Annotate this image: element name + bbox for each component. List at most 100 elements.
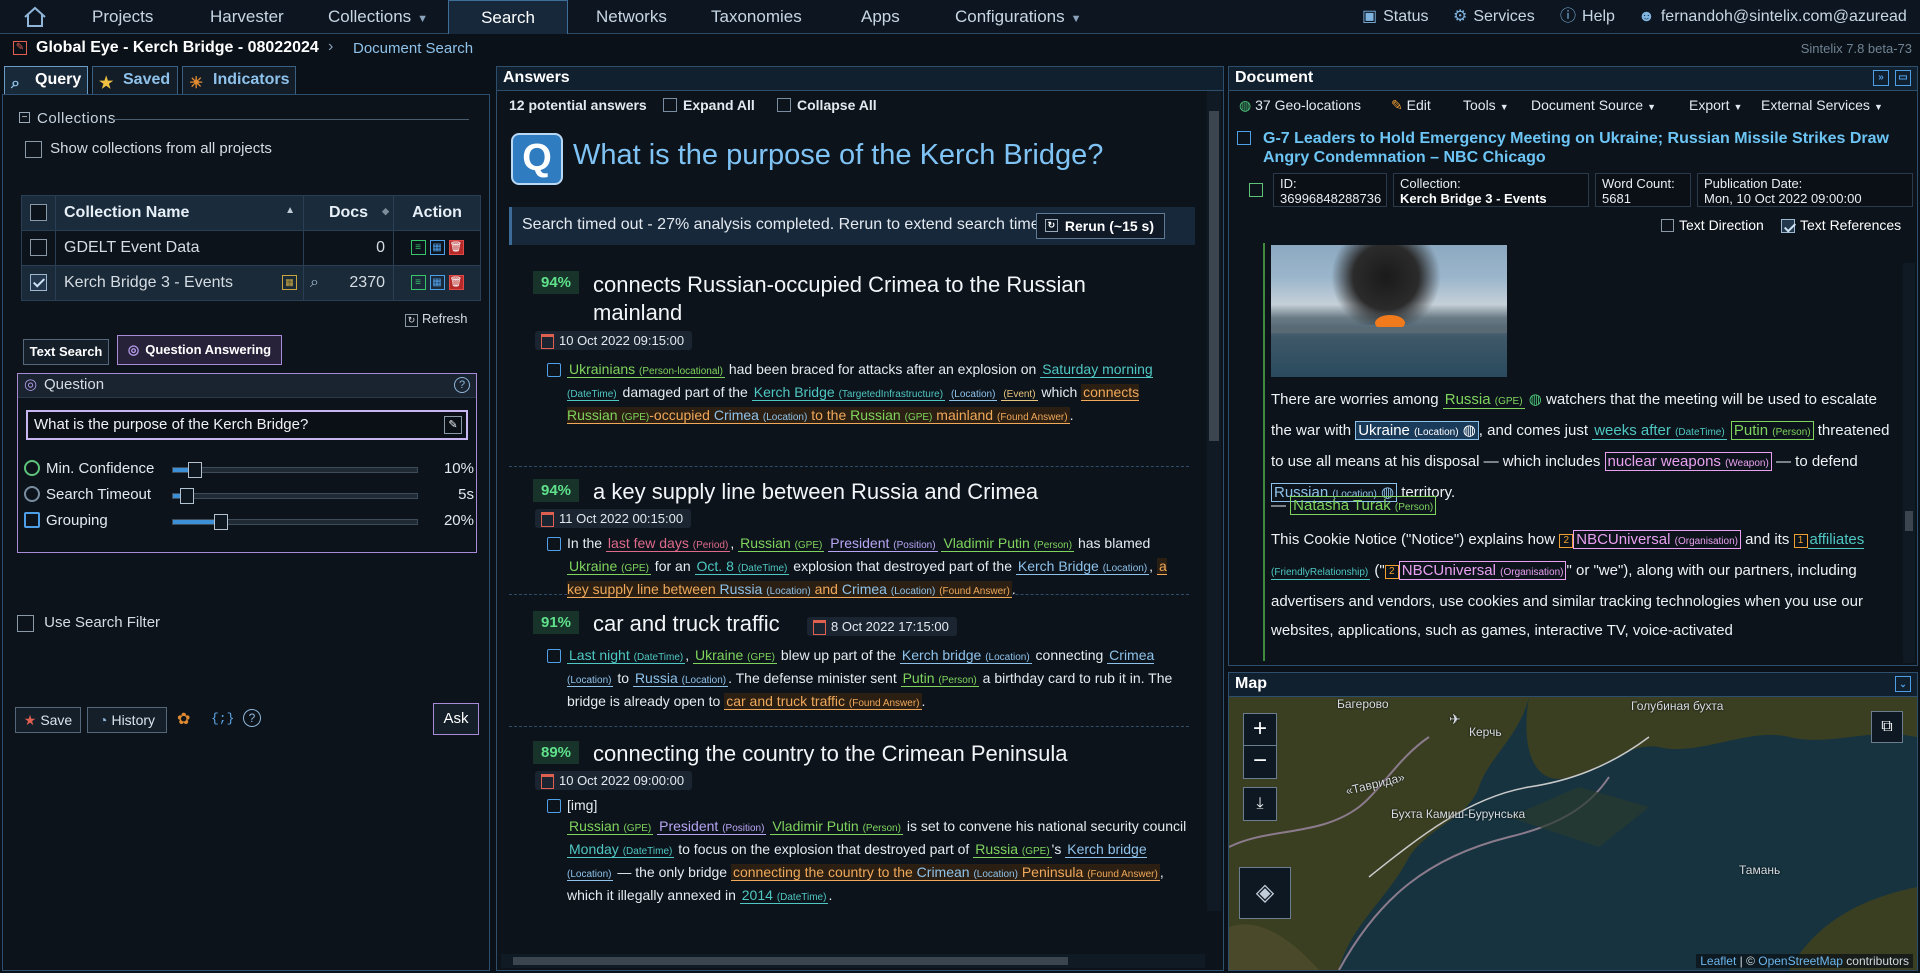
column-collection-name[interactable]: Collection Name ▲ (55, 195, 304, 231)
slider-track[interactable] (172, 514, 418, 530)
refresh-icon: ↻ (405, 314, 418, 327)
text-references-checkbox[interactable] (1781, 219, 1795, 234)
fullscreen-icon[interactable]: ⧉ (1871, 711, 1903, 743)
collapse-icon[interactable]: − (19, 112, 30, 123)
answer-title[interactable]: a key supply line between Russia and Cri… (593, 479, 1038, 505)
table-row[interactable]: Kerch Bridge 3 - Events ▦ ⌕ 2370 ≡ ▦ 🗑 (21, 265, 481, 301)
map-canvas[interactable]: Багерово Голубиная бухта Керчь «Таврида»… (1229, 697, 1917, 970)
column-docs[interactable]: Docs ◆ (303, 195, 394, 231)
expand-all-label: Expand All (683, 97, 755, 113)
answers-hscrollbar[interactable] (501, 954, 1205, 968)
collapse-all-button[interactable]: Collapse All (777, 97, 877, 113)
osm-link[interactable]: OpenStreetMap (1758, 954, 1843, 968)
collapse-down-icon[interactable]: ⌄ (1895, 676, 1911, 692)
text-direction-toggle[interactable]: Text Direction (1661, 217, 1764, 233)
edit-icon[interactable]: ✎ (444, 416, 462, 434)
help-icon[interactable]: ? (243, 709, 261, 727)
breadcrumb-project[interactable]: Global Eye - Kerch Bridge - 08022024 (36, 39, 319, 57)
row-checkbox[interactable] (30, 274, 47, 292)
help-link[interactable]: ⓘ Help (1560, 0, 1615, 34)
document-source-menu[interactable]: Document Source ▼ (1531, 97, 1656, 113)
nav-collections[interactable]: Collections ▼ (328, 0, 428, 34)
chart-icon[interactable]: ▦ (429, 275, 445, 291)
grouping-slider[interactable]: Grouping 20% (24, 510, 474, 532)
answer-title[interactable]: connects Russian-occupied Crimea to the … (593, 271, 1153, 327)
open-icon[interactable]: ≡ (410, 240, 426, 256)
indicator-icon[interactable]: ✿ (177, 709, 190, 729)
edit-button[interactable]: ✎ Edit (1391, 97, 1431, 114)
geo-locations-button[interactable]: ◍ 37 Geo-locations (1239, 97, 1361, 114)
code-icon[interactable]: {;} (211, 711, 234, 726)
answer-item[interactable]: 94% a key supply line between Russia and… (509, 475, 1189, 598)
select-all-checkbox[interactable] (30, 204, 47, 222)
export-menu[interactable]: Export ▼ (1689, 97, 1742, 113)
delete-icon[interactable]: 🗑 (448, 275, 464, 291)
zoom-in-button[interactable]: + (1244, 714, 1276, 746)
user-menu[interactable]: ☻ fernandoh@sintelix.com@azuread (1638, 0, 1907, 34)
nav-search[interactable]: Search (448, 0, 568, 34)
search-timeout-slider[interactable]: Search Timeout 5s (24, 484, 474, 506)
answer-item[interactable]: 94% connects Russian-occupied Crimea to … (509, 267, 1189, 467)
slider-value: 10% (443, 460, 474, 477)
slider-handle[interactable] (187, 462, 202, 478)
chart-icon[interactable]: ▦ (429, 240, 445, 256)
tab-saved[interactable]: ★ Saved (92, 66, 178, 94)
show-all-collections[interactable]: Show collections from all projects (25, 140, 272, 158)
leaflet-link[interactable]: Leaflet (1700, 954, 1736, 968)
layers-icon[interactable]: ◈ (1239, 867, 1291, 919)
tab-text-search[interactable]: Text Search (23, 339, 109, 365)
tab-query[interactable]: ⌕ Query (4, 66, 88, 94)
breadcrumb-page[interactable]: Document Search (353, 40, 473, 57)
nav-harvester[interactable]: Harvester (210, 0, 284, 34)
answer-title[interactable]: car and truck traffic (593, 611, 780, 637)
question-input[interactable]: What is the purpose of the Kerch Bridge?… (26, 410, 468, 440)
expand-right-icon[interactable]: » (1873, 70, 1889, 86)
row-checkbox[interactable] (30, 239, 47, 257)
min-confidence-slider[interactable]: Min. Confidence 10% (24, 458, 474, 480)
use-search-filter[interactable]: Use Search Filter (17, 614, 160, 632)
scroll-thumb[interactable] (1209, 111, 1219, 441)
use-search-filter-label: Use Search Filter (44, 614, 161, 631)
document-scrollbar[interactable] (1903, 263, 1915, 663)
tools-menu[interactable]: Tools ▼ (1463, 97, 1509, 113)
slider-track[interactable] (172, 462, 418, 478)
nav-configurations[interactable]: Configurations ▼ (955, 0, 1082, 34)
open-icon[interactable]: ≡ (410, 275, 426, 291)
rerun-button[interactable]: ↻ Rerun (~15 s) (1035, 213, 1165, 239)
refresh-button[interactable]: ↻ Refresh (405, 311, 468, 327)
home-icon[interactable] (22, 5, 48, 29)
expand-all-button[interactable]: Expand All (663, 97, 755, 113)
tab-indicators[interactable]: ☀ Indicators (182, 66, 296, 94)
scroll-thumb[interactable] (513, 957, 1068, 965)
ask-button[interactable]: Ask (433, 703, 479, 735)
show-all-checkbox[interactable] (25, 140, 42, 158)
download-icon[interactable]: ⤓ (1243, 787, 1277, 821)
search-docs-icon[interactable]: ⌕ (310, 274, 319, 292)
help-icon[interactable]: ? (454, 377, 470, 393)
filter-icon[interactable]: ▦ (282, 275, 297, 290)
use-search-filter-checkbox[interactable] (17, 614, 34, 632)
maximize-icon[interactable]: ▭ (1895, 70, 1911, 86)
external-services-menu[interactable]: External Services ▼ (1761, 97, 1883, 113)
services-link[interactable]: ⚙ Services (1453, 0, 1535, 34)
delete-icon[interactable]: 🗑 (448, 240, 464, 256)
nav-networks[interactable]: Networks (596, 0, 667, 34)
answers-scrollbar[interactable] (1207, 91, 1221, 911)
nav-projects[interactable]: Projects (92, 0, 153, 34)
history-button[interactable]: ◔ History (87, 707, 167, 733)
answer-title[interactable]: connecting the country to the Crimean Pe… (593, 741, 1068, 767)
status-link[interactable]: ▣ Status (1362, 0, 1428, 34)
nav-apps[interactable]: Apps (861, 0, 900, 34)
text-references-toggle[interactable]: Text References (1781, 217, 1901, 234)
slider-track[interactable] (172, 488, 418, 504)
nav-taxonomies[interactable]: Taxonomies (711, 0, 802, 34)
answer-item[interactable]: 91% car and truck traffic 8 Oct 2022 17:… (509, 607, 1189, 727)
table-row[interactable]: GDELT Event Data 0 ≡ ▦ 🗑 (21, 230, 481, 266)
tab-question-answering[interactable]: ◎ Question Answering (117, 335, 282, 365)
save-button[interactable]: ★ Save (15, 707, 81, 733)
scroll-thumb[interactable] (1905, 511, 1913, 531)
zoom-out-button[interactable]: − (1244, 746, 1276, 778)
slider-handle[interactable] (180, 488, 195, 504)
answer-item[interactable]: 89% connecting the country to the Crimea… (509, 737, 1189, 917)
slider-handle[interactable] (214, 514, 229, 530)
